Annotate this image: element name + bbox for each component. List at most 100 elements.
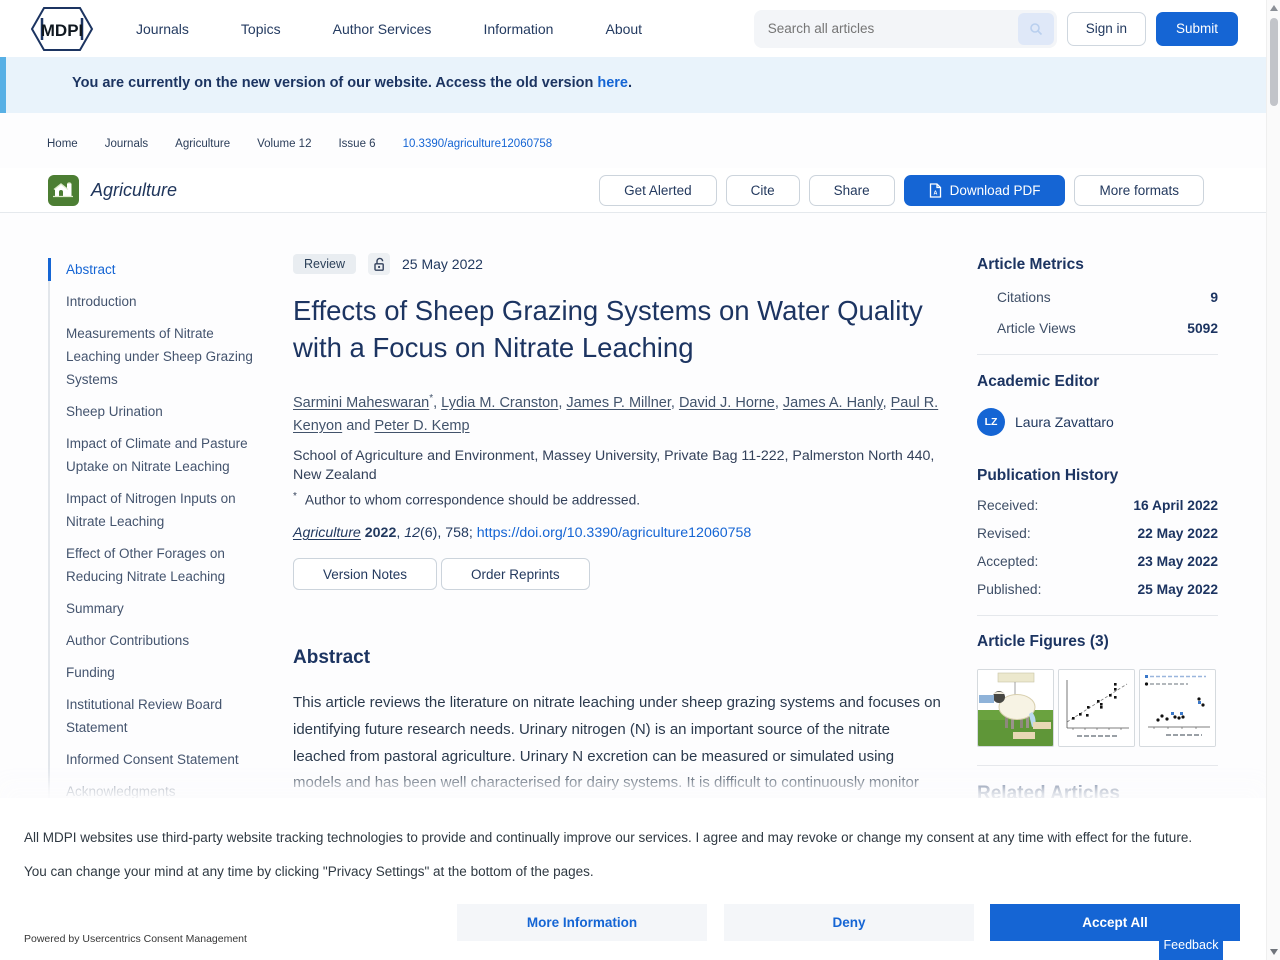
divider xyxy=(977,765,1218,766)
order-reprints-button[interactable]: Order Reprints xyxy=(441,558,590,591)
received-value: 16 April 2022 xyxy=(1133,498,1218,513)
correspondence-text: Author to whom correspondence should be … xyxy=(304,492,641,508)
notice-message: You are currently on the new version of … xyxy=(72,75,594,91)
figure-thumbnail-sheep-diagram[interactable] xyxy=(977,669,1054,747)
more-formats-button[interactable]: More formats xyxy=(1074,174,1204,206)
affiliation: School of Agriculture and Environment, M… xyxy=(293,447,935,484)
top-header: MDPI Journals Topics Author Services Inf… xyxy=(0,0,1266,57)
share-button[interactable]: Share xyxy=(808,174,895,206)
publish-date: 25 May 2022 xyxy=(402,256,483,272)
metric-row-citations: Citations 9 xyxy=(977,290,1218,305)
received-label: Received: xyxy=(977,498,1039,513)
revised-label: Revised: xyxy=(977,526,1031,541)
article-title: Effects of Sheep Grazing Systems on Wate… xyxy=(293,295,923,363)
toc-item-author-contributions[interactable]: Author Contributions xyxy=(50,629,260,652)
toc-item-impact-climate[interactable]: Impact of Climate and Pasture Uptake on … xyxy=(50,432,260,478)
citation-journal-link[interactable]: Agriculture xyxy=(293,525,361,541)
toc-item-measurements[interactable]: Measurements of Nitrate Leaching under S… xyxy=(50,322,260,391)
toc-item-other-forages[interactable]: Effect of Other Forages on Reducing Nitr… xyxy=(50,542,260,588)
agriculture-journal-icon[interactable] xyxy=(48,174,79,206)
toc-item-abstract[interactable]: Abstract xyxy=(48,258,260,281)
scrollbar-thumb[interactable] xyxy=(1270,18,1278,106)
nav-about[interactable]: About xyxy=(605,21,642,37)
toc-item-introduction[interactable]: Introduction xyxy=(50,290,260,313)
search-button[interactable] xyxy=(1017,12,1054,45)
toc-item-summary[interactable]: Summary xyxy=(50,597,260,620)
pdf-icon: A xyxy=(929,182,941,198)
nav-author-services[interactable]: Author Services xyxy=(333,21,432,37)
journal-bar: Agriculture Get Alerted Cite Share A Dow… xyxy=(0,168,1266,213)
article-main: Review 25 May 2022 Effects of Sheep Graz… xyxy=(293,253,949,797)
editor-avatar[interactable]: LZ xyxy=(977,408,1005,436)
author-link[interactable]: James P. Millner xyxy=(566,395,671,411)
publication-history-block: Publication History Received: 16 April 2… xyxy=(977,467,1218,597)
more-information-button[interactable]: More Information xyxy=(457,904,707,941)
author-separator: , xyxy=(882,394,891,411)
feedback-button[interactable]: Feedback xyxy=(1159,929,1223,960)
version-notice-banner: You are currently on the new version of … xyxy=(0,57,1266,113)
toc-item-funding[interactable]: Funding xyxy=(50,661,260,684)
breadcrumb-agriculture[interactable]: Agriculture xyxy=(175,138,230,150)
toc-item-sheep-urination[interactable]: Sheep Urination xyxy=(50,400,260,423)
article-buttons: Version Notes Order Reprints xyxy=(293,558,949,591)
author-link[interactable]: Sarmini Maheswaran xyxy=(293,395,429,411)
published-label: Published: xyxy=(977,582,1042,597)
author-list: Sarmini Maheswaran*, Lydia M. Cranston, … xyxy=(293,387,949,438)
breadcrumb-doi-link[interactable]: 10.3390/agriculture12060758 xyxy=(403,138,553,150)
mdpi-logo[interactable]: MDPI xyxy=(30,5,94,53)
toc-item-irb-statement[interactable]: Institutional Review Board Statement xyxy=(50,693,260,739)
academic-editor-title: Academic Editor xyxy=(977,373,1100,390)
svg-text:A: A xyxy=(933,190,937,196)
author-separator: , xyxy=(774,394,783,411)
search-input[interactable] xyxy=(767,21,1018,36)
notice-stripe xyxy=(0,57,6,113)
journal-name[interactable]: Agriculture xyxy=(91,180,177,201)
old-version-link[interactable]: here xyxy=(597,75,628,91)
author-link[interactable]: David J. Horne xyxy=(679,395,775,411)
citations-value: 9 xyxy=(1210,290,1218,305)
article-views-label: Article Views xyxy=(997,321,1076,336)
figure-thumbnail-scatter-plot[interactable] xyxy=(1058,669,1135,747)
breadcrumb-volume[interactable]: Volume 12 xyxy=(257,138,311,150)
search-bar xyxy=(753,9,1057,48)
get-alerted-button[interactable]: Get Alerted xyxy=(599,174,717,206)
author-link[interactable]: James A. Hanly xyxy=(783,395,883,411)
sheep-figure-icon xyxy=(978,670,1053,746)
figure-thumbnail-scatter-legend-plot[interactable] xyxy=(1139,669,1216,747)
figure-thumbnails xyxy=(977,669,1218,747)
toc-item-impact-nitrogen[interactable]: Impact of Nitrogen Inputs on Nitrate Lea… xyxy=(50,487,260,533)
breadcrumb-home[interactable]: Home xyxy=(47,138,78,150)
page-scrollbar[interactable] xyxy=(1266,0,1280,960)
breadcrumb-journals[interactable]: Journals xyxy=(105,138,148,150)
abstract-heading: Abstract xyxy=(293,647,371,669)
scroll-up-arrow-icon[interactable] xyxy=(1270,5,1278,11)
toc-item-informed-consent[interactable]: Informed Consent Statement xyxy=(50,748,260,771)
notice-period: . xyxy=(628,75,633,91)
breadcrumb-issue[interactable]: Issue 6 xyxy=(338,138,375,150)
published-value: 25 May 2022 xyxy=(1137,582,1218,597)
academic-editor-block: Academic Editor LZ Laura Zavattaro xyxy=(977,373,1218,436)
sign-in-button[interactable]: Sign in xyxy=(1066,11,1146,46)
breadcrumb: Home Journals Agriculture Volume 12 Issu… xyxy=(47,138,552,150)
nav-information[interactable]: Information xyxy=(483,21,553,37)
divider xyxy=(977,354,1218,355)
author-link[interactable]: Peter D. Kemp xyxy=(374,418,469,434)
submit-button[interactable]: Submit xyxy=(1155,11,1238,46)
download-pdf-label: Download PDF xyxy=(949,182,1041,198)
deny-button[interactable]: Deny xyxy=(724,904,974,941)
open-access-icon xyxy=(373,257,384,271)
cite-button[interactable]: Cite xyxy=(725,174,800,206)
author-link[interactable]: Lydia M. Cranston xyxy=(441,395,558,411)
scroll-down-arrow-icon[interactable] xyxy=(1270,949,1278,955)
editor-name[interactable]: Laura Zavattaro xyxy=(1015,414,1114,430)
mdpi-article-page: MDPI Journals Topics Author Services Inf… xyxy=(0,0,1280,960)
nav-journals[interactable]: Journals xyxy=(136,21,189,37)
article-metrics-title: Article Metrics xyxy=(977,256,1084,273)
version-notes-button[interactable]: Version Notes xyxy=(293,558,438,591)
download-pdf-button[interactable]: A Download PDF xyxy=(903,174,1066,206)
author-separator: , xyxy=(670,394,679,411)
metric-row-views: Article Views 5092 xyxy=(977,321,1218,336)
doi-link[interactable]: https://doi.org/10.3390/agriculture12060… xyxy=(477,525,752,541)
revised-value: 22 May 2022 xyxy=(1137,526,1218,541)
nav-topics[interactable]: Topics xyxy=(241,21,281,37)
